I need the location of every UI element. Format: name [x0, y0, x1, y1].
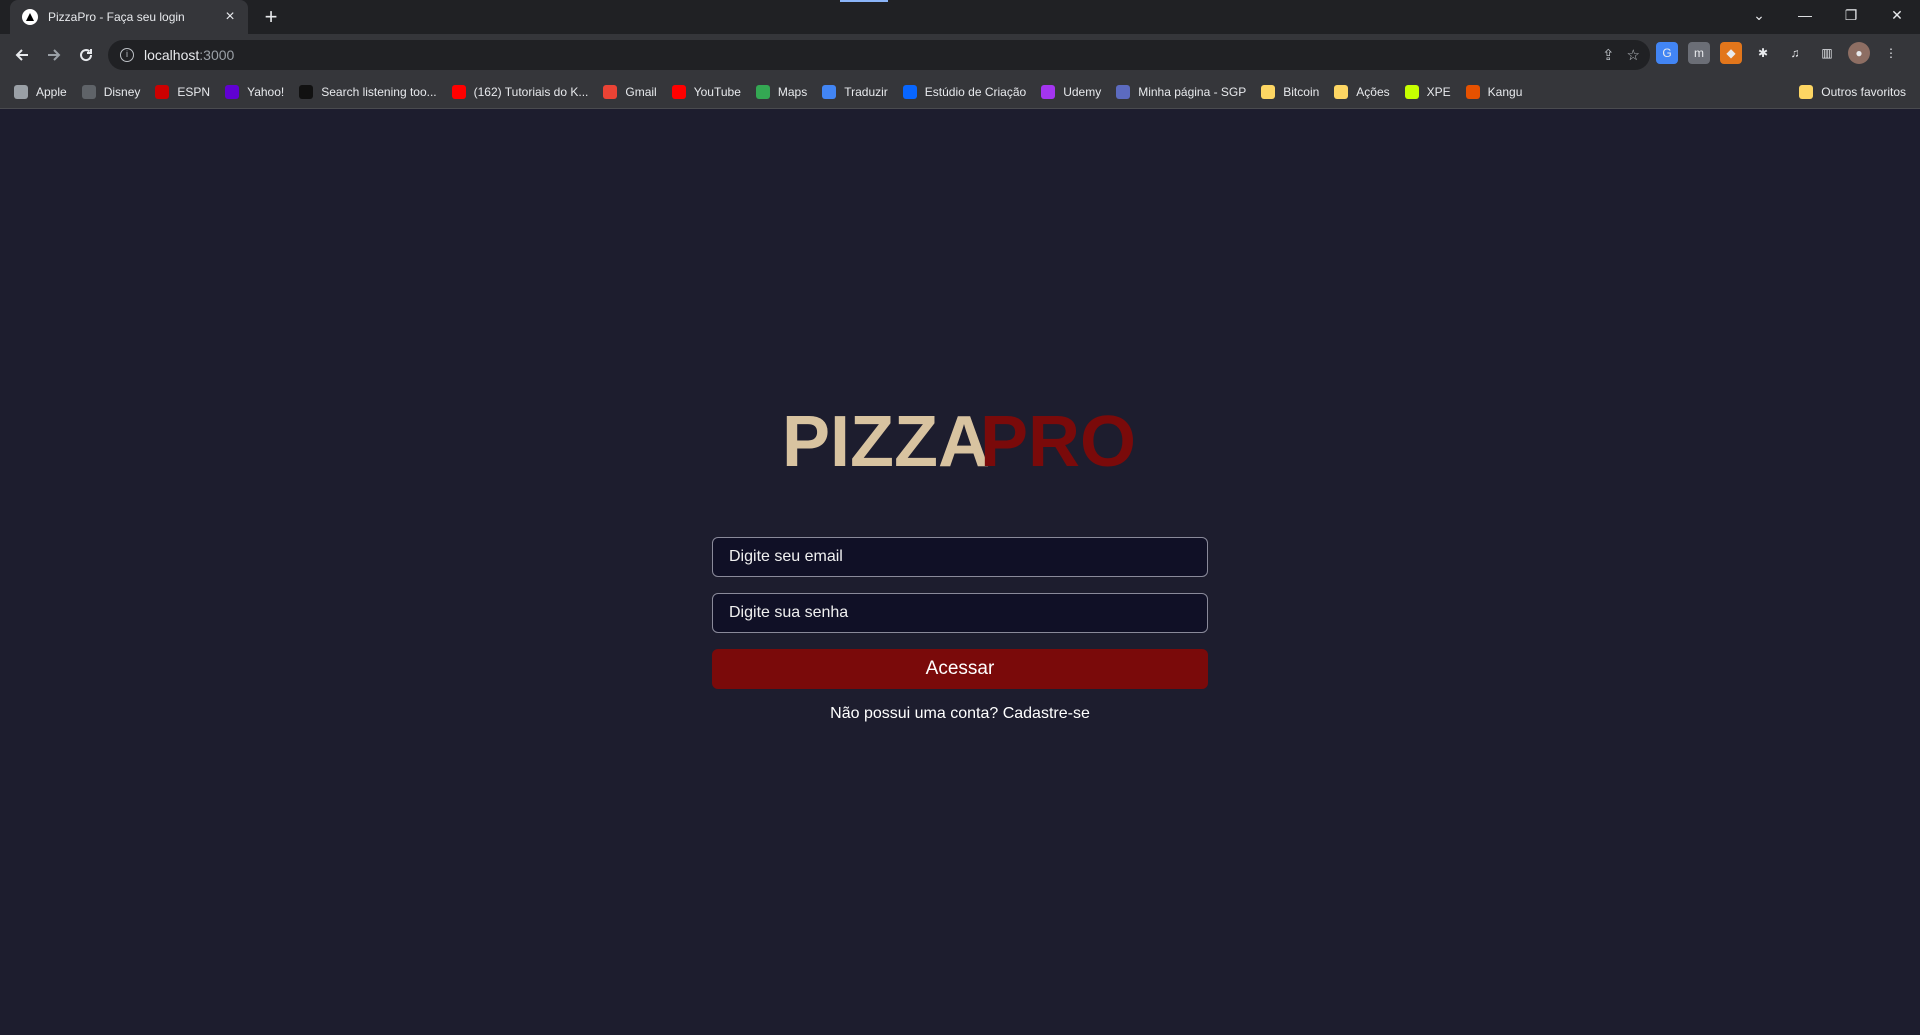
- tab-close-icon[interactable]: ×: [222, 8, 238, 26]
- translate-extension-icon[interactable]: G: [1656, 42, 1678, 64]
- share-icon[interactable]: ⇪: [1602, 46, 1615, 64]
- metamask-extension-icon[interactable]: ◆: [1720, 42, 1742, 64]
- side-panel-icon[interactable]: ▥: [1816, 42, 1838, 64]
- apple-icon: [14, 85, 28, 99]
- address-bar[interactable]: i localhost :3000 ⇪ ☆: [108, 40, 1650, 70]
- back-icon[interactable]: [8, 41, 36, 69]
- bookmark-label: YouTube: [693, 85, 741, 99]
- bookmark-item[interactable]: Gmail: [603, 85, 657, 99]
- menu-kebab-icon[interactable]: ⋮: [1880, 42, 1902, 64]
- nextjs-favicon-icon: [22, 9, 38, 25]
- bookmark-label: Ações: [1356, 85, 1390, 99]
- signup-link[interactable]: Não possui uma conta? Cadastre-se: [712, 705, 1208, 723]
- logo-pro-text: PRO: [980, 402, 1136, 478]
- extensions-puzzle-icon[interactable]: ✱: [1752, 42, 1774, 64]
- other-bookmarks-label: Outros favoritos: [1821, 85, 1906, 99]
- pizzapro-logo: PIZZA PRO: [782, 402, 1136, 478]
- folder-icon: [1334, 85, 1349, 99]
- sgp-icon: [1116, 85, 1131, 99]
- bookmark-item[interactable]: Maps: [755, 85, 808, 99]
- bookmark-label: Maps: [777, 85, 808, 99]
- bookmark-label: Gmail: [625, 85, 657, 99]
- media-control-icon[interactable]: ♫: [1784, 42, 1806, 64]
- bookmark-label: Search listening too...: [321, 85, 437, 99]
- disney-icon: [81, 85, 96, 99]
- bookmark-item[interactable]: XPE: [1404, 85, 1451, 99]
- bookmark-label: Minha página - SGP: [1138, 85, 1247, 99]
- browser-toolbar: i localhost :3000 ⇪ ☆: [0, 34, 1920, 76]
- login-button[interactable]: Acessar: [712, 649, 1208, 689]
- bookmark-item[interactable]: (162) Tutoriais do K...: [451, 85, 589, 99]
- bookmark-label: Yahoo!: [247, 85, 285, 99]
- tab-strip: PizzaPro - Faça seu login × + ⌄ — ❐ ✕: [0, 0, 1920, 34]
- translate-icon: [822, 85, 837, 99]
- bookmark-item[interactable]: YouTube: [671, 85, 741, 99]
- xpe-icon: [1404, 85, 1419, 99]
- bookmark-star-icon[interactable]: ☆: [1627, 46, 1640, 64]
- bookmark-item[interactable]: Kangu: [1465, 85, 1523, 99]
- bookmark-label: Kangu: [1487, 85, 1523, 99]
- bookmark-item[interactable]: Search listening too...: [299, 85, 437, 99]
- active-tab[interactable]: PizzaPro - Faça seu login ×: [10, 0, 248, 34]
- bookmark-label: Traduzir: [844, 85, 888, 99]
- bookmark-item[interactable]: Disney: [81, 85, 141, 99]
- tab-title: PizzaPro - Faça seu login: [48, 10, 185, 24]
- bookmark-item[interactable]: Yahoo!: [225, 85, 284, 99]
- bookmark-item[interactable]: Minha página - SGP: [1116, 85, 1246, 99]
- m-extension-icon[interactable]: m: [1688, 42, 1710, 64]
- gmail-icon: [603, 85, 618, 99]
- bookmark-item[interactable]: Ações: [1334, 85, 1390, 99]
- restore-icon[interactable]: ❐: [1828, 0, 1874, 30]
- login-form: Acessar Não possui uma conta? Cadastre-s…: [712, 537, 1208, 723]
- profile-avatar-icon[interactable]: ●: [1848, 42, 1870, 64]
- site-info-icon[interactable]: i: [120, 48, 134, 62]
- bookmark-label: Apple: [36, 85, 67, 99]
- youtube-icon: [671, 85, 686, 99]
- folder-icon: [1261, 85, 1276, 99]
- bookmark-label: ESPN: [177, 85, 211, 99]
- extensions-area: G m ◆ ✱ ♫ ▥ ● ⋮: [1656, 42, 1902, 64]
- meta-icon: [902, 85, 917, 99]
- bookmark-label: Disney: [103, 85, 141, 99]
- maps-icon: [755, 85, 770, 99]
- youtube-icon: [451, 85, 466, 99]
- udemy-icon: [1041, 85, 1056, 99]
- bookmark-label: Bitcoin: [1283, 85, 1320, 99]
- browser-chrome: PizzaPro - Faça seu login × + ⌄ — ❐ ✕ i …: [0, 0, 1920, 109]
- new-tab-button[interactable]: +: [258, 4, 284, 30]
- reload-icon[interactable]: [72, 41, 100, 69]
- espn-icon: [155, 85, 170, 99]
- bookmark-item[interactable]: Bitcoin: [1261, 85, 1319, 99]
- loading-indicator: [840, 0, 888, 2]
- bookmark-item[interactable]: ESPN: [155, 85, 210, 99]
- url-port: :3000: [199, 47, 235, 63]
- kangu-icon: [1465, 85, 1480, 99]
- search-listening-icon: [299, 85, 314, 99]
- bookmark-label: (162) Tutoriais do K...: [473, 85, 589, 99]
- bookmark-label: Estúdio de Criação: [924, 85, 1027, 99]
- other-bookmarks[interactable]: Outros favoritos: [1799, 85, 1906, 99]
- bookmark-label: XPE: [1426, 85, 1451, 99]
- logo-pizza-text: PIZZA: [782, 402, 990, 478]
- password-input[interactable]: [712, 593, 1208, 633]
- email-input[interactable]: [712, 537, 1208, 577]
- minimize-icon[interactable]: —: [1782, 0, 1828, 30]
- bookmark-item[interactable]: Apple: [14, 85, 67, 99]
- bookmark-item[interactable]: Udemy: [1041, 85, 1101, 99]
- folder-icon: [1799, 85, 1814, 99]
- yahoo-icon: [225, 85, 240, 99]
- bookmark-item[interactable]: Traduzir: [822, 85, 888, 99]
- login-page: PIZZA PRO Acessar Não possui uma conta? …: [0, 109, 1920, 1035]
- forward-icon[interactable]: [40, 41, 68, 69]
- bookmarks-bar: Apple Disney ESPN Yahoo! Search listening to…: [0, 76, 1920, 109]
- bookmark-item[interactable]: Estúdio de Criação: [902, 85, 1027, 99]
- tab-search-icon[interactable]: ⌄: [1736, 0, 1782, 30]
- close-window-icon[interactable]: ✕: [1874, 0, 1920, 30]
- bookmark-label: Udemy: [1063, 85, 1102, 99]
- url-host: localhost: [144, 47, 200, 63]
